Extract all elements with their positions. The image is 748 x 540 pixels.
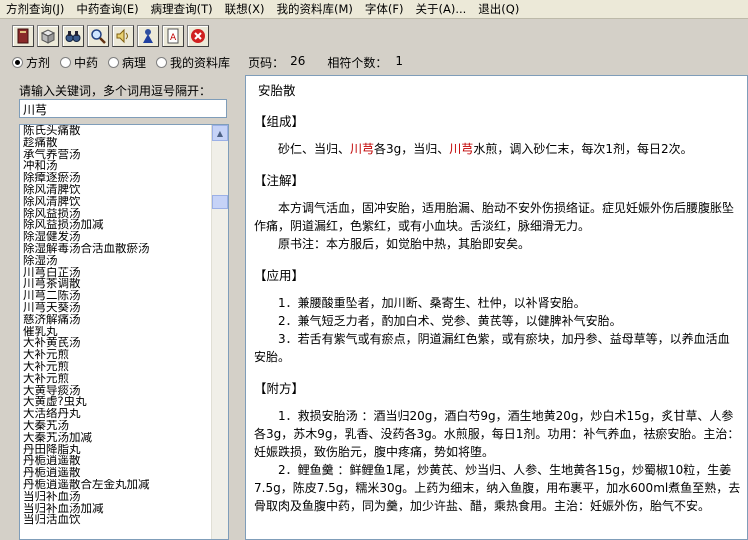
count-label: 相符个数： <box>327 55 388 70</box>
menu-item[interactable]: 我的资料库(M) <box>270 0 358 19</box>
section-heading: 【组成】 <box>254 114 305 129</box>
scroll-up-icon[interactable]: ▲ <box>212 125 228 141</box>
section-paragraph: 3．若舌有紫气或有瘀点，阴道漏红色紫，或有瘀块，加丹参、益母草等，以养血活血安胎… <box>254 330 741 366</box>
list-item[interactable]: 川芎白芷汤 <box>23 267 211 279</box>
list-item[interactable]: 除湿解毒汤合活血散瘀汤 <box>23 243 211 255</box>
page-label: 页码： <box>248 55 285 70</box>
section-paragraph: 1．救损安胎汤 ：酒当归20g，酒白芍9g，酒生地黄20g，炒白术15g，炙甘草… <box>254 407 741 461</box>
detail-panel: 安胎散 【组成】 砂仁、当归、川芎各3g，当归、川芎水煎，调入砂仁末，每次1剂，每… <box>245 75 748 540</box>
list-item[interactable]: 大补元煎 <box>23 373 211 385</box>
box-icon[interactable] <box>37 24 59 47</box>
list-item[interactable]: 趁痛散 <box>23 137 211 149</box>
list-item[interactable]: 陈氏头痛散 <box>23 125 211 137</box>
list-item[interactable]: 大补元煎 <box>23 361 211 373</box>
text-segment: 2．鲤鱼羹 ：鲜鲤鱼1尾，炒黄芪、炒当归、人参、生地黄各15g，炒蜀椒10粒，生… <box>254 463 741 513</box>
menu-item[interactable]: 字体(F) <box>359 0 410 19</box>
list-item[interactable]: 当归活血饮 <box>23 514 211 526</box>
binoculars-icon[interactable] <box>62 24 84 47</box>
formula-title: 安胎散 <box>258 83 296 98</box>
text-segment: 1．救损安胎汤 ：酒当归20g，酒白芍9g，酒生地黄20g，炒白术15g，炙甘草… <box>254 409 740 459</box>
text-segment: 3．若舌有紫气或有瘀点，阴道漏红色紫，或有瘀块，加丹参、益母草等，以养血活血安胎… <box>254 332 730 364</box>
text-segment: 砂仁、当归、 <box>278 142 351 156</box>
radio-pathology[interactable]: 病理 <box>108 54 146 71</box>
menu-bar: 方剂查询(J) 中药查询(E) 病理查询(T) 联想(X) 我的资料库(M) 字体(F) 关… <box>0 0 748 19</box>
list-item[interactable]: 川芎二陈汤 <box>23 290 211 302</box>
close-icon[interactable] <box>187 24 209 47</box>
section-paragraph: 原书注：本方服后，如觉胎中热，其胎即安矣。 <box>254 235 741 253</box>
radio-dot[interactable] <box>60 56 72 68</box>
list-item[interactable]: 承气养营汤 <box>23 149 211 161</box>
menu-item[interactable]: 方剂查询(J) <box>0 0 70 19</box>
book-icon[interactable] <box>12 24 34 47</box>
radio-dot[interactable] <box>108 56 120 68</box>
section-paragraph: 2．鲤鱼羹 ：鲜鲤鱼1尾，炒黄芪、炒当归、人参、生地黄各15g，炒蜀椒10粒，生… <box>254 461 741 515</box>
list-item[interactable]: 大秦艽汤加减 <box>23 432 211 444</box>
section-paragraph: 本方调气活血，固冲安胎，适用胎漏、胎动不安外伤损络证。症见妊娠外伤后腰腹胀坠作痛… <box>254 199 741 235</box>
list-item[interactable]: 除风清脾饮 <box>23 184 211 196</box>
list-item[interactable]: 大补元煎 <box>23 349 211 361</box>
section-paragraph: 砂仁、当归、川芎各3g，当归、川芎水煎，调入砂仁末，每次1剂，每日2次。 <box>254 140 741 158</box>
list-item[interactable]: 冲和汤 <box>23 160 211 172</box>
section-paragraph: 2．兼气短乏力者，酌加白术、党参、黄芪等，以健脾补气安胎。 <box>254 312 741 330</box>
person-icon[interactable] <box>137 24 159 47</box>
list-item[interactable]: 大黄虚?虫丸 <box>23 396 211 408</box>
list-scrollbar[interactable]: ▲ <box>211 125 228 539</box>
menu-item[interactable]: 退出(Q) <box>472 0 525 19</box>
toolbar: A <box>0 20 748 51</box>
page-info: 页码： 26 相符个数： 1 <box>248 54 403 71</box>
radio-dot[interactable] <box>156 56 168 68</box>
list-item[interactable]: 除风清脾饮 <box>23 196 211 208</box>
scroll-thumb[interactable] <box>212 195 228 209</box>
section-heading: 【注解】 <box>254 173 305 188</box>
list-item[interactable]: 丹栀逍遥散合左金丸加减 <box>23 479 211 491</box>
text-segment: 本方调气活血，固冲安胎，适用胎漏、胎动不安外伤损络证。症见妊娠外伤后腰腹胀坠作痛… <box>254 201 735 233</box>
list-item[interactable]: 当归补血汤加减 <box>23 503 211 515</box>
text-segment: 1．兼腰酸重坠者，加川断、桑寄生、杜仲，以补肾安胎。 <box>278 296 586 310</box>
list-item[interactable]: 丹栀逍遥散 <box>23 455 211 467</box>
document-icon[interactable]: A <box>162 24 184 47</box>
search-label: 请输入关键词，多个词用逗号隔开： <box>19 84 212 98</box>
menu-item[interactable]: 联想(X) <box>219 0 271 19</box>
speaker-icon[interactable] <box>112 24 134 47</box>
list-item[interactable]: 大秦艽汤 <box>23 420 211 432</box>
list-item[interactable]: 川芎天葵汤 <box>23 302 211 314</box>
menu-item[interactable]: 中药查询(E) <box>70 0 144 19</box>
list-item[interactable]: 除湿健发汤 <box>23 231 211 243</box>
text-segment: 2．兼气短乏力者，酌加白术、党参、黄芪等，以健脾补气安胎。 <box>278 314 622 328</box>
list-item[interactable]: 除瘴逐瘀汤 <box>23 172 211 184</box>
list-item[interactable]: 催乳丸 <box>23 326 211 338</box>
list-item[interactable]: 大活络丹丸 <box>23 408 211 420</box>
section-paragraph: 1．兼腰酸重坠者，加川断、桑寄生、杜仲，以补肾安胎。 <box>254 294 741 312</box>
section-heading: 【附方】 <box>254 381 305 396</box>
search-input[interactable]: 川芎 <box>19 99 227 118</box>
radio-herb[interactable]: 中药 <box>60 54 98 71</box>
list-item[interactable]: 除湿汤 <box>23 255 211 267</box>
count-value: 1 <box>395 53 404 68</box>
keyword-highlight: 川芎 <box>350 142 375 156</box>
text-segment: 水煎，调入砂仁末，每次1剂，每日2次。 <box>473 142 693 156</box>
menu-item[interactable]: 关于(A)... <box>409 0 472 19</box>
list-item[interactable]: 慈济解痛汤 <box>23 314 211 326</box>
list-item[interactable]: 大黄导痰汤 <box>23 385 211 397</box>
svg-text:A: A <box>170 33 177 43</box>
list-item[interactable]: 丹田降脂丸 <box>23 444 211 456</box>
formula-list[interactable]: 陈氏头痛散 趁痛散 承气养营汤 冲和汤 除瘴逐瘀汤 除风清脾饮 除风清脾饮 除风益损汤 除风益损… <box>19 124 229 540</box>
radio-formula[interactable]: 方剂 <box>12 54 50 71</box>
list-item[interactable]: 大补黄芪汤 <box>23 337 211 349</box>
section-heading: 【应用】 <box>254 268 305 283</box>
list-item[interactable]: 当归补血汤 <box>23 491 211 503</box>
page-number: 26 <box>290 53 306 68</box>
list-item[interactable]: 除风益损汤加减 <box>23 219 211 231</box>
magnifier-icon[interactable] <box>87 24 109 47</box>
list-item[interactable]: 丹栀逍遥散 <box>23 467 211 479</box>
list-item[interactable]: 川芎茶调散 <box>23 278 211 290</box>
search-mode-bar: 方剂 中药 病理 我的资料库 页码： 26 相符个数： 1 <box>0 52 748 72</box>
radio-my-library[interactable]: 我的资料库 <box>156 54 230 71</box>
keyword-highlight: 川芎 <box>449 142 474 156</box>
list-item[interactable]: 除风益损汤 <box>23 208 211 220</box>
menu-item[interactable]: 病理查询(T) <box>145 0 219 19</box>
text-segment: 原书注：本方服后，如觉胎中热，其胎即安矣。 <box>278 237 531 251</box>
text-segment: 各3g，当归、 <box>374 142 450 156</box>
radio-dot[interactable] <box>12 56 23 68</box>
